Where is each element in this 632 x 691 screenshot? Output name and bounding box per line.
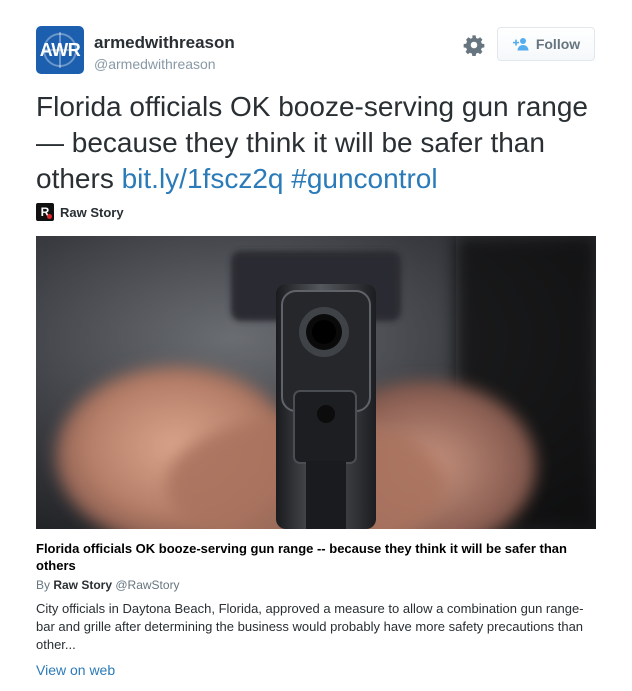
card-description: City officials in Daytona Beach, Florida…: [36, 601, 584, 652]
tweet-text: Florida officials OK booze-serving gun r…: [36, 89, 596, 197]
tweet-link[interactable]: bit.ly/1fscz2q: [122, 163, 284, 194]
byline-handle[interactable]: @RawStory: [112, 578, 179, 592]
card-title[interactable]: Florida officials OK booze-serving gun r…: [36, 540, 596, 574]
card-image[interactable]: [36, 236, 596, 529]
avatar[interactable]: AWR: [36, 26, 84, 74]
follow-label: Follow: [535, 36, 581, 52]
byline-prefix: By: [36, 578, 54, 592]
gun-photo: [36, 236, 596, 529]
source-name: Raw Story: [60, 204, 124, 220]
avatar-text: AWR: [39, 39, 81, 60]
gear-icon[interactable]: [463, 34, 485, 56]
hashtag-link[interactable]: #guncontrol: [291, 163, 437, 194]
display-name[interactable]: armedwithreason: [94, 33, 235, 53]
source-logo: R: [36, 203, 54, 221]
source-logo-dot: [47, 214, 52, 219]
screen-name[interactable]: @armedwithreason: [94, 56, 216, 72]
follow-button[interactable]: Follow: [497, 27, 595, 61]
card-source[interactable]: R Raw Story: [36, 203, 124, 221]
byline-author[interactable]: Raw Story: [53, 578, 112, 592]
card-byline: By Raw Story @RawStory: [36, 578, 180, 592]
person-plus-icon: [512, 38, 529, 51]
view-on-web-link[interactable]: View on web: [36, 662, 115, 678]
